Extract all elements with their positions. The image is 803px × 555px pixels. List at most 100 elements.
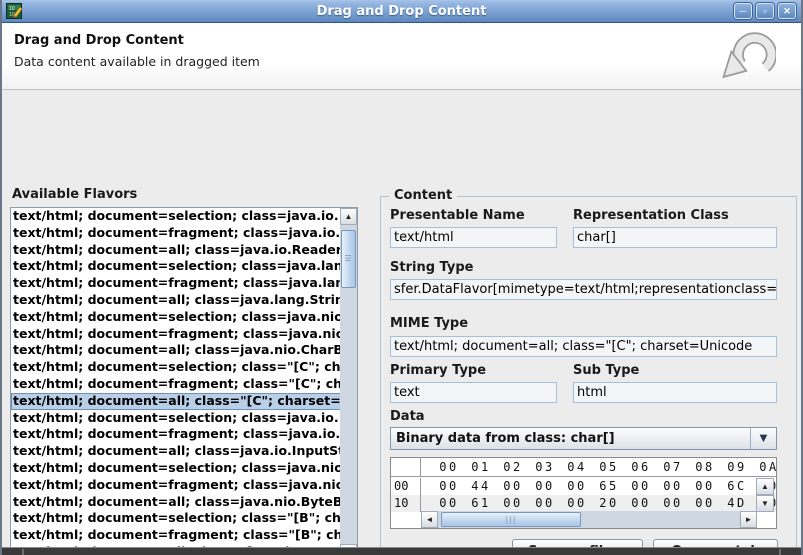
dialog-header: Drag and Drop Content Data content avail… bbox=[2, 23, 801, 90]
hex-column-header: 00 bbox=[439, 460, 459, 474]
mime-type-field[interactable]: text/html; document=all; class="[C"; cha… bbox=[390, 336, 777, 357]
grip-icon: ||| bbox=[505, 514, 517, 524]
hex-column-header: 02 bbox=[503, 460, 523, 474]
hex-column-header: 03 bbox=[535, 460, 555, 474]
hex-column-header: 01 bbox=[471, 460, 491, 474]
list-item[interactable]: text/html; document=selection; class=jav… bbox=[11, 208, 342, 225]
data-format-dropdown[interactable]: Binary data from class: char[] ▼ bbox=[390, 427, 777, 450]
hex-vertical-scrollbar[interactable]: ▲ ▼ bbox=[756, 478, 774, 512]
mime-type-label: MIME Type bbox=[390, 316, 469, 331]
hex-byte-cell: 20 bbox=[599, 496, 619, 510]
content-group: Content Presentable Name Representation … bbox=[380, 188, 797, 555]
vertical-scroll-thumb[interactable]: ☰ bbox=[341, 230, 356, 288]
hex-column-header: 06 bbox=[631, 460, 651, 474]
scroll-left-button[interactable]: ◄ bbox=[421, 511, 438, 528]
list-item[interactable]: text/html; document=all; class=java.lang… bbox=[11, 292, 342, 309]
hex-byte-cell: 00 bbox=[631, 496, 651, 510]
hex-byte-cell: 6C bbox=[727, 479, 747, 493]
arrow-up-icon: ▲ bbox=[344, 212, 353, 221]
close-window-button[interactable]: ✕ bbox=[778, 3, 796, 19]
hex-byte-cell: 4D bbox=[727, 496, 747, 510]
available-flavors-label: Available Flavors bbox=[12, 187, 138, 202]
representation-class-label: Representation Class bbox=[573, 208, 729, 223]
titlebar[interactable]: 10 10 Drag and Drop Content ─ ▫ ✕ bbox=[2, 0, 801, 23]
primary-type-label: Primary Type bbox=[390, 363, 487, 378]
hex-byte-cell: 00 bbox=[503, 496, 523, 510]
list-item[interactable]: text/html; document=all; class=java.nio.… bbox=[11, 494, 342, 511]
representation-class-field[interactable]: char[] bbox=[573, 227, 777, 248]
hex-row-offset: 10 bbox=[391, 495, 421, 512]
flavor-listbox: text/html; document=selection; class=jav… bbox=[10, 207, 358, 555]
hex-byte-cell: 00 bbox=[439, 496, 459, 510]
table-row[interactable]: 100061000000200000004D00 bbox=[391, 495, 776, 512]
hex-byte-cell: 61 bbox=[471, 496, 491, 510]
hex-byte-cell: 00 bbox=[439, 479, 459, 493]
arrow-left-icon: ◄ bbox=[425, 515, 434, 524]
list-item[interactable]: text/html; document=all; class="[C"; cha… bbox=[11, 392, 342, 410]
horizontal-scroll-thumb[interactable]: ||| bbox=[441, 512, 581, 527]
list-item[interactable]: text/html; document=selection; class=jav… bbox=[11, 258, 342, 275]
hex-horizontal-scrollbar[interactable]: ◄ ||| ► bbox=[421, 511, 757, 528]
hex-column-header: 08 bbox=[695, 460, 715, 474]
hex-column-header: 04 bbox=[567, 460, 587, 474]
arrow-down-icon: ▼ bbox=[761, 499, 769, 508]
scroll-up-button[interactable]: ▲ bbox=[340, 208, 357, 225]
dropdown-selected-value: Binary data from class: char[] bbox=[396, 431, 615, 446]
hex-byte-cell: 00 bbox=[663, 496, 683, 510]
page-subtitle: Data content available in dragged item bbox=[14, 54, 260, 69]
sub-type-field[interactable]: html bbox=[573, 382, 777, 403]
hex-byte-cell: 44 bbox=[471, 479, 491, 493]
content-group-label: Content bbox=[389, 188, 458, 203]
hex-byte-cell: 00 bbox=[631, 479, 651, 493]
list-item[interactable]: text/html; document=selection; class=jav… bbox=[11, 460, 342, 477]
hex-column-header: 07 bbox=[663, 460, 683, 474]
list-item[interactable]: text/html; document=selection; class="[C… bbox=[11, 359, 342, 376]
hex-byte-cell: 00 bbox=[695, 496, 715, 510]
dialog-window: 10 10 Drag and Drop Content ─ ▫ ✕ Drag a… bbox=[0, 0, 803, 555]
hex-column-header: 0A bbox=[759, 460, 777, 474]
string-type-field[interactable]: sfer.DataFlavor[mimetype=text/html;repre… bbox=[390, 279, 777, 300]
list-item[interactable]: text/html; document=all; class=java.nio.… bbox=[11, 342, 342, 359]
hex-byte-cell: 00 bbox=[503, 479, 523, 493]
scroll-down-button[interactable]: ▼ bbox=[756, 495, 774, 512]
list-item[interactable]: text/html; document=selection; class=jav… bbox=[11, 309, 342, 326]
scroll-right-button[interactable]: ► bbox=[740, 511, 757, 528]
minimize-icon: ─ bbox=[739, 6, 747, 16]
string-type-label: String Type bbox=[390, 260, 474, 275]
presentable-name-label: Presentable Name bbox=[390, 208, 525, 223]
hex-column-header: 05 bbox=[599, 460, 619, 474]
main-panel: Available Flavors text/html; document=se… bbox=[2, 90, 801, 555]
list-item[interactable]: text/html; document=all; class=java.io.R… bbox=[11, 242, 342, 259]
maximize-icon: ▫ bbox=[763, 6, 767, 16]
chevron-down-icon: ▼ bbox=[750, 428, 776, 449]
hex-byte-cell: 00 bbox=[695, 479, 715, 493]
list-item[interactable]: text/html; document=fragment; class=java… bbox=[11, 225, 342, 242]
maximize-button[interactable]: ▫ bbox=[756, 3, 774, 19]
list-item[interactable]: text/html; document=fragment; class=java… bbox=[11, 426, 342, 443]
hex-corner-cell bbox=[391, 458, 421, 476]
hex-byte-cell: 00 bbox=[535, 479, 555, 493]
list-item[interactable]: text/html; document=fragment; class=java… bbox=[11, 477, 342, 494]
hex-data-table[interactable]: 00 01 02 03 04 05 06 07 08 09 0A 00 00 44 00 00 00 65 00 0… bbox=[390, 457, 777, 529]
hex-byte-cell: 65 bbox=[599, 479, 619, 493]
data-label: Data bbox=[390, 409, 425, 424]
list-item[interactable]: text/html; document=selection; class="[B… bbox=[11, 510, 342, 527]
presentable-name-field[interactable]: text/html bbox=[390, 227, 557, 248]
scroll-up-button[interactable]: ▲ bbox=[756, 478, 774, 495]
hex-byte-cell: 00 bbox=[663, 479, 683, 493]
table-row[interactable]: 000044000000650000006C00 bbox=[391, 478, 776, 495]
primary-type-field[interactable]: text bbox=[390, 382, 557, 403]
hex-row-offset: 00 bbox=[391, 478, 421, 495]
list-item[interactable]: text/html; document=all; class=java.io.I… bbox=[11, 443, 342, 460]
list-item[interactable]: text/html; document=fragment; class="[C"… bbox=[11, 376, 342, 393]
list-item[interactable]: text/html; document=fragment; class="[B"… bbox=[11, 527, 342, 544]
hex-byte-cell: 00 bbox=[567, 496, 587, 510]
window-bottom-border bbox=[2, 547, 801, 555]
list-vertical-scrollbar[interactable]: ▲ ☰ ▼ bbox=[340, 208, 357, 555]
list-item[interactable]: text/html; document=fragment; class=java… bbox=[11, 326, 342, 343]
list-item[interactable]: text/html; document=selection; class=jav… bbox=[11, 410, 342, 427]
list-item[interactable]: text/html; document=fragment; class=java… bbox=[11, 275, 342, 292]
minimize-button[interactable]: ─ bbox=[734, 3, 752, 19]
